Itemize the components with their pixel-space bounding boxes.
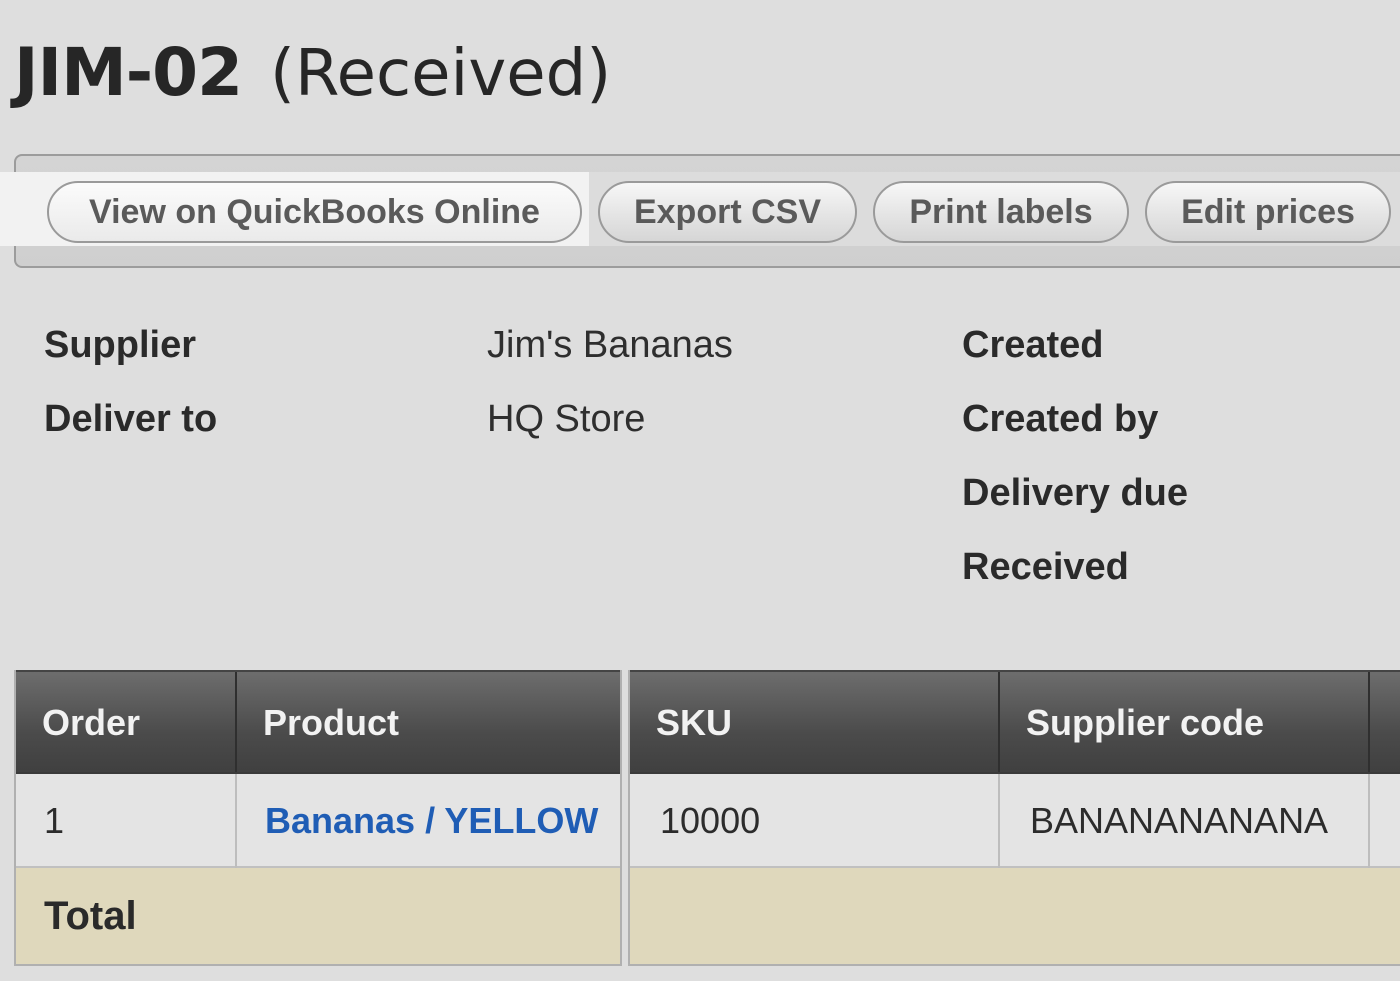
product-link[interactable]: Bananas / YELLOW xyxy=(235,774,620,868)
column-header-order[interactable]: Order xyxy=(16,672,235,774)
table-header: Order Product xyxy=(16,670,620,774)
created-label: Created xyxy=(962,324,1104,366)
total-label: Total xyxy=(44,893,137,938)
print-labels-button[interactable]: Print labels xyxy=(873,181,1129,243)
view-on-quickbooks-button[interactable]: View on QuickBooks Online xyxy=(47,181,582,243)
column-header-next[interactable] xyxy=(1368,672,1400,774)
cell-next xyxy=(1368,774,1400,868)
column-header-product[interactable]: Product xyxy=(235,672,620,774)
action-toolbar: View on QuickBooks Online Export CSV Pri… xyxy=(0,154,1400,268)
order-table-right: SKU Supplier code 10000 BANANANANANA xyxy=(628,670,1400,966)
received-label: Received xyxy=(962,546,1129,588)
total-row xyxy=(630,868,1400,964)
created-by-label: Created by xyxy=(962,398,1159,440)
cell-sku: 10000 xyxy=(660,800,761,841)
cell-supplier-code: BANANANANANA xyxy=(998,774,1368,868)
order-status: (Received) xyxy=(270,37,612,111)
column-header-sku[interactable]: SKU xyxy=(630,672,998,774)
table-row: 1 Bananas / YELLOW xyxy=(16,772,620,868)
order-code: JIM-02 xyxy=(14,34,243,111)
page-title: JIM-02 (Received) xyxy=(14,34,611,124)
total-row: Total xyxy=(16,868,620,964)
order-table-left: Order Product 1 Bananas / YELLOW Total xyxy=(14,670,622,966)
deliver-to-label: Deliver to xyxy=(44,398,218,440)
table-row: 10000 BANANANANANA xyxy=(630,772,1400,868)
supplier-value: Jim's Bananas xyxy=(487,324,733,366)
delivery-due-label: Delivery due xyxy=(962,472,1188,514)
table-header: SKU Supplier code xyxy=(630,670,1400,774)
supplier-label: Supplier xyxy=(44,324,197,366)
export-csv-button[interactable]: Export CSV xyxy=(598,181,857,243)
edit-prices-button[interactable]: Edit prices xyxy=(1145,181,1391,243)
cell-order: 1 xyxy=(44,800,65,841)
column-header-supplier-code[interactable]: Supplier code xyxy=(998,672,1368,774)
deliver-to-value: HQ Store xyxy=(487,398,646,440)
